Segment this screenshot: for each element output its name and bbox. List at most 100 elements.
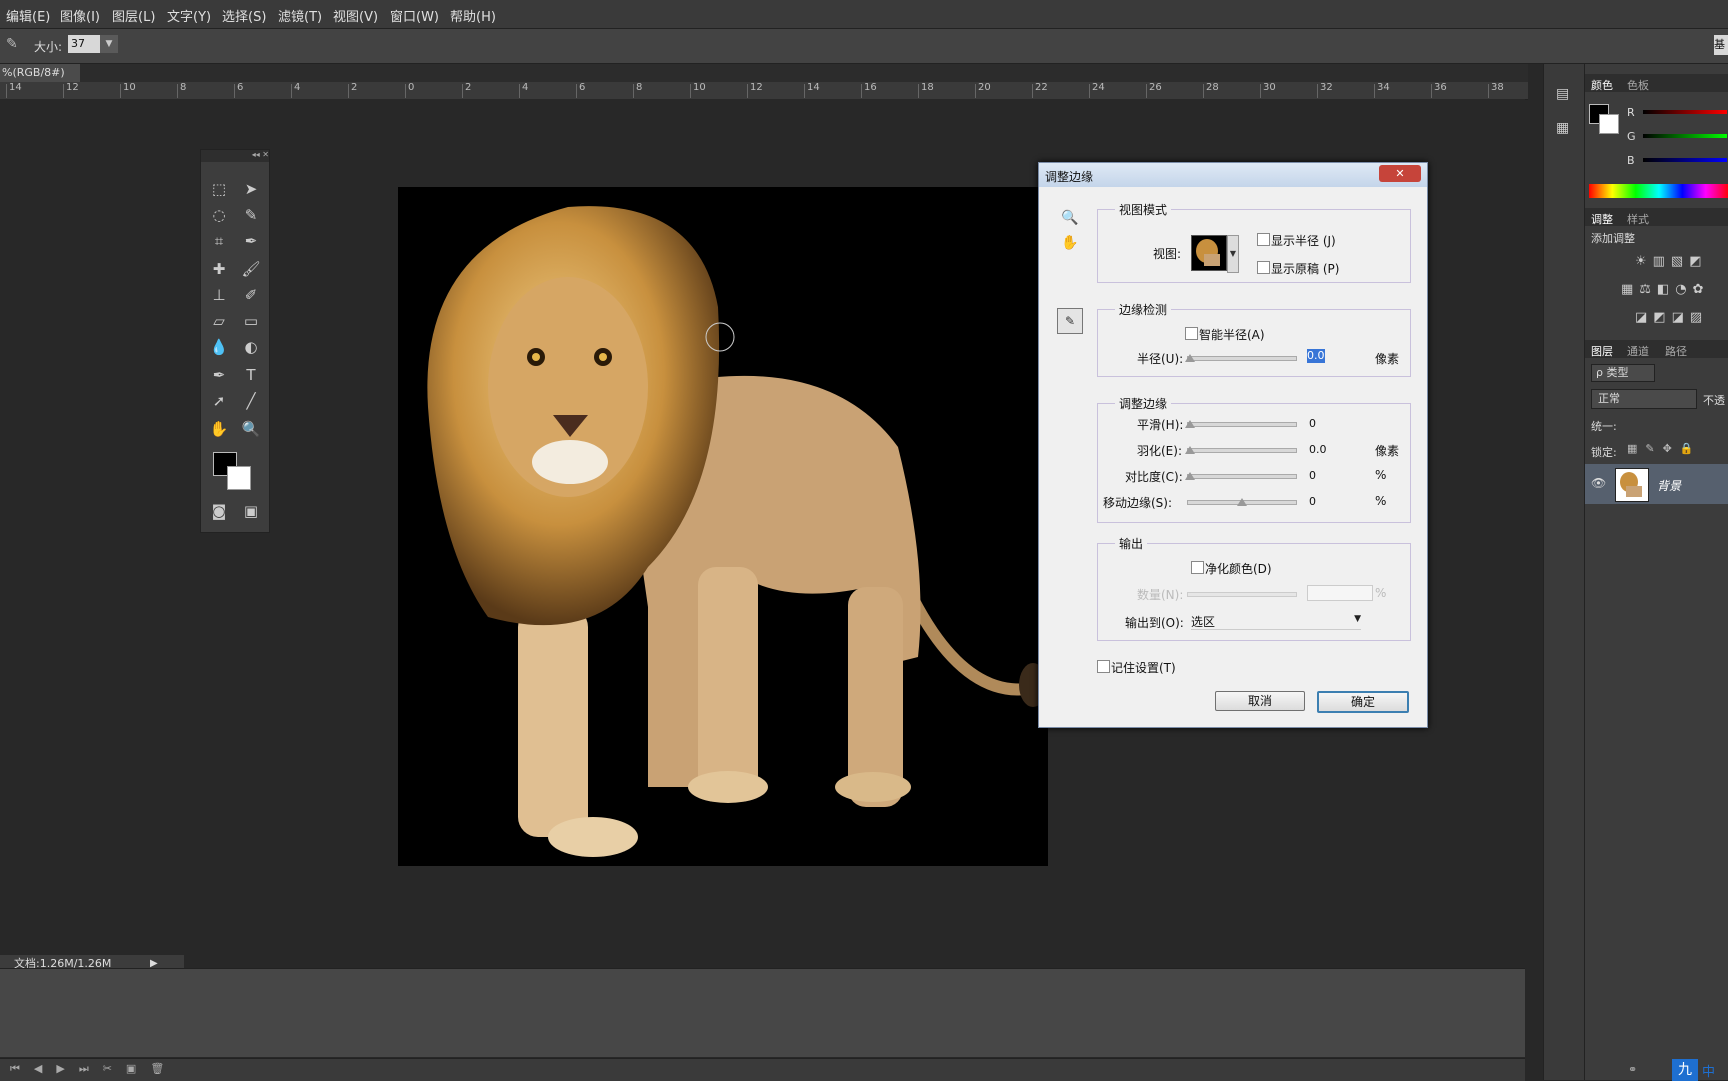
pen-tool-icon[interactable]: ✒ <box>207 364 231 386</box>
show-original-checkbox[interactable] <box>1257 261 1270 274</box>
lasso-tool-icon[interactable]: ◌ <box>207 204 231 226</box>
tab-layers[interactable]: 图层 <box>1591 343 1613 359</box>
history-brush-icon[interactable]: ✐ <box>239 284 263 306</box>
background-color-swatch[interactable] <box>227 466 251 490</box>
menu-select[interactable]: 选择(S) <box>222 6 266 25</box>
menu-type[interactable]: 文字(Y) <box>167 6 211 25</box>
channel-g-slider[interactable] <box>1643 134 1727 138</box>
tab-adjustments[interactable]: 调整 <box>1591 211 1613 227</box>
screen-mode-icon[interactable]: ▣ <box>239 500 263 522</box>
tab-styles[interactable]: 样式 <box>1627 211 1649 227</box>
adjustment-icons-row-2[interactable]: ▦⚖◧◔✿ <box>1621 282 1709 297</box>
marquee-tool-icon[interactable]: ⬚ <box>207 178 231 200</box>
smooth-slider[interactable] <box>1187 422 1297 427</box>
radius-slider-thumb[interactable] <box>1185 354 1195 362</box>
remember-settings-checkbox[interactable] <box>1097 660 1110 673</box>
channel-b-slider[interactable] <box>1643 158 1727 162</box>
cancel-button[interactable]: 取消 <box>1215 691 1305 711</box>
menu-view[interactable]: 视图(V) <box>333 6 378 25</box>
zoom-tool-icon[interactable]: 🔍 <box>239 418 263 440</box>
view-dropdown-icon[interactable]: ▼ <box>1227 235 1239 273</box>
shift-edge-slider-thumb[interactable] <box>1237 498 1247 506</box>
tools-panel: ◂◂ ✕ ⬚ ➤ ◌ ✎ ⌗ ✒ ✚ 🖌 ⊥ ✐ ▱ ▭ 💧 ◐ ✒ T ➚ ╱… <box>200 149 270 533</box>
adjustment-icons-row-1[interactable]: ☀▥▧◩ <box>1635 254 1708 269</box>
output-to-select[interactable]: 选区 ▼ <box>1191 611 1361 630</box>
decontaminate-checkbox[interactable] <box>1191 561 1204 574</box>
channel-r-slider[interactable] <box>1643 110 1727 114</box>
tab-color[interactable]: 颜色 <box>1591 77 1613 93</box>
dodge-tool-icon[interactable]: ◐ <box>239 336 263 358</box>
view-preview-thumbnail[interactable] <box>1191 235 1227 271</box>
blend-mode-select[interactable]: 正常 <box>1591 389 1697 409</box>
gradient-tool-icon[interactable]: ▭ <box>239 310 263 332</box>
tab-channels[interactable]: 通道 <box>1627 343 1649 359</box>
eraser-tool-icon[interactable]: ▱ <box>207 310 231 332</box>
smooth-slider-thumb[interactable] <box>1185 420 1195 428</box>
line-tool-icon[interactable]: ╱ <box>239 390 263 412</box>
zoom-icon[interactable]: 🔍 <box>1061 210 1078 226</box>
type-tool-icon[interactable]: T <box>239 364 263 386</box>
ruler-tick-mark <box>747 84 748 98</box>
ok-button[interactable]: 确定 <box>1317 691 1409 713</box>
show-radius-checkbox[interactable] <box>1257 233 1270 246</box>
dialog-close-button[interactable]: ✕ <box>1379 165 1421 182</box>
quick-select-tool-icon[interactable]: ✎ <box>239 204 263 226</box>
color-spectrum-bar[interactable] <box>1589 184 1728 198</box>
properties-icon[interactable]: ▦ <box>1556 120 1569 136</box>
blur-tool-icon[interactable]: 💧 <box>207 336 231 358</box>
unify-label: 统一: <box>1591 420 1617 433</box>
contrast-slider-thumb[interactable] <box>1185 472 1195 480</box>
brush-icon[interactable]: ✎ <box>6 36 18 52</box>
feather-value[interactable]: 0.0 <box>1309 443 1327 456</box>
brush-tool-icon[interactable]: 🖌 <box>239 258 263 280</box>
crop-tool-icon[interactable]: ⌗ <box>207 230 231 252</box>
smooth-value[interactable]: 0 <box>1309 417 1316 430</box>
tab-paths[interactable]: 路径 <box>1665 343 1687 359</box>
feather-slider-thumb[interactable] <box>1185 446 1195 454</box>
stamp-tool-icon[interactable]: ⊥ <box>207 284 231 306</box>
layer-row-background[interactable]: 👁 背景 <box>1585 464 1728 504</box>
contrast-value[interactable]: 0 <box>1309 469 1316 482</box>
menu-image[interactable]: 图像(I) <box>60 6 100 25</box>
contrast-slider[interactable] <box>1187 474 1297 479</box>
healing-brush-icon[interactable]: ✚ <box>207 258 231 280</box>
menu-window[interactable]: 窗口(W) <box>390 6 439 25</box>
size-dropdown-icon[interactable]: ▼ <box>100 35 118 53</box>
menu-filter[interactable]: 滤镜(T) <box>278 6 322 25</box>
move-tool-icon[interactable]: ➤ <box>239 178 263 200</box>
ruler-tick-label: 10 <box>693 82 706 93</box>
menu-edit[interactable]: 编辑(E) <box>6 6 50 25</box>
hand-icon[interactable]: ✋ <box>1061 235 1078 251</box>
tab-swatches[interactable]: 色板 <box>1627 77 1649 93</box>
menu-help[interactable]: 帮助(H) <box>450 6 496 25</box>
workspace-button[interactable]: 基 <box>1714 35 1728 55</box>
layer-kind-filter[interactable]: ρ 类型 <box>1591 364 1655 382</box>
adjustment-icons-row-3[interactable]: ◪◩◪▨ <box>1635 310 1708 325</box>
document-tab[interactable]: %(RGB/8#) × <box>0 64 80 97</box>
dialog-titlebar[interactable]: 调整边缘 ✕ <box>1039 163 1427 187</box>
radius-slider[interactable] <box>1187 356 1297 361</box>
refine-radius-tool-icon[interactable]: ✎ <box>1057 308 1083 334</box>
hand-tool-icon[interactable]: ✋ <box>207 418 231 440</box>
shift-edge-value[interactable]: 0 <box>1309 495 1316 508</box>
timeline-playback-icons[interactable]: ⏮◀▶⏭✂▣🗑 <box>10 1062 178 1076</box>
feather-slider[interactable] <box>1187 448 1297 453</box>
output-dropdown-icon[interactable]: ▼ <box>1354 614 1361 624</box>
smart-radius-label: 智能半径(A) <box>1199 328 1265 342</box>
lion-image[interactable] <box>398 187 1048 866</box>
link-icon[interactable]: ⚭ <box>1628 1063 1637 1076</box>
eyedropper-tool-icon[interactable]: ✒ <box>239 230 263 252</box>
opacity-label: 不透 <box>1703 394 1725 407</box>
eye-icon[interactable]: 👁 <box>1591 476 1606 490</box>
tools-panel-header[interactable]: ◂◂ ✕ <box>201 150 269 162</box>
size-input[interactable]: 37 <box>68 35 101 53</box>
radius-input[interactable]: 0.0 <box>1307 349 1325 363</box>
smart-radius-checkbox[interactable] <box>1185 327 1198 340</box>
quick-mask-icon[interactable]: ◙ <box>207 500 231 522</box>
color-background-swatch[interactable] <box>1599 114 1619 134</box>
smooth-label: 平滑(H): <box>1137 418 1184 432</box>
path-select-icon[interactable]: ➚ <box>207 390 231 412</box>
menu-layer[interactable]: 图层(L) <box>112 6 155 25</box>
lock-icons[interactable]: ▦✎✥🔒 <box>1627 442 1702 455</box>
history-icon[interactable]: ▤ <box>1556 86 1569 102</box>
